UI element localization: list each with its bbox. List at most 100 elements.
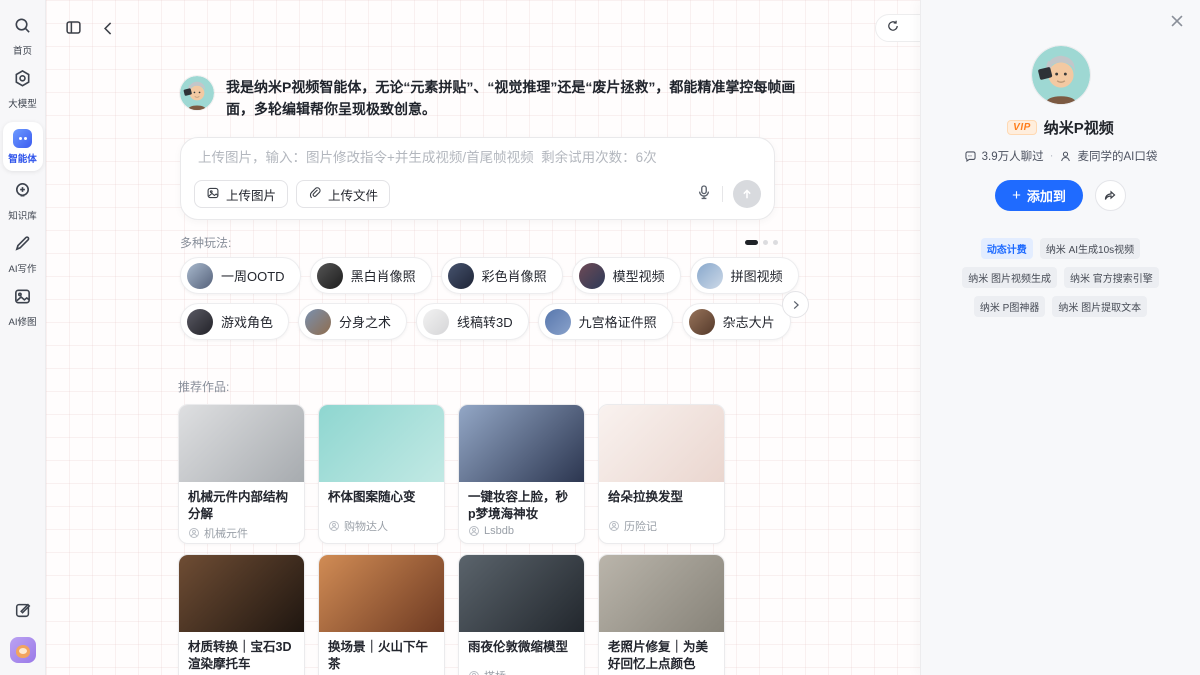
plus-icon: + [1012, 188, 1021, 203]
play-mode-thumb [579, 263, 605, 289]
work-thumbnail [179, 555, 304, 632]
play-mode-pill[interactable]: 分身之术 [298, 303, 407, 340]
play-modes-header: 多种玩法: [180, 234, 778, 251]
chat-count: 3.9万人聊过 [982, 148, 1044, 164]
agent-avatar [180, 76, 214, 110]
upload-file-label: 上传文件 [328, 185, 378, 204]
recommended-works: 推荐作品: 机械元件内部结构分解 机械元件 杯体图案随心变 购物达人 一键妆容上… [178, 378, 778, 675]
play-mode-pill[interactable]: 线稿转3D [416, 303, 529, 340]
agent-tags: 动态计费 纳米 AI生成10s视频 纳米 图片视频生成 纳米 官方搜索引擎 纳米… [938, 238, 1184, 317]
play-mode-pill[interactable]: 九宫格证件照 [538, 303, 673, 340]
intro-text: 我是纳米P视频智能体，无论“元素拼贴”、“视觉推理”还是“废片拯救”，都能精准掌… [226, 76, 804, 121]
play-mode-thumb [545, 309, 571, 335]
sidebar-item-knowledge[interactable]: 知识库 [2, 181, 44, 222]
work-card[interactable]: 换场景｜火山下午茶 Lsbdb [318, 554, 445, 675]
tag[interactable]: 纳米 AI生成10s视频 [1040, 238, 1140, 259]
play-mode-pill[interactable]: 拼图视频 [690, 257, 799, 294]
image-icon [206, 186, 220, 203]
sidebar-item-label: 首页 [13, 43, 32, 57]
play-modes-heading: 多种玩法: [180, 234, 231, 251]
work-thumbnail [599, 405, 724, 482]
work-card[interactable]: 老照片修复｜为美好回忆上点颜色 圆圆 [598, 554, 725, 675]
play-mode-thumb [448, 263, 474, 289]
play-mode-thumb [423, 309, 449, 335]
carousel-dot[interactable] [773, 240, 778, 245]
tag[interactable]: 纳米 图片提取文本 [1052, 296, 1147, 317]
back-icon[interactable] [100, 20, 117, 42]
tag[interactable]: 纳米 P图神器 [974, 296, 1045, 317]
panel-toggle-icon[interactable] [65, 19, 82, 41]
play-mode-thumb [187, 309, 213, 335]
carousel-next-button[interactable] [782, 291, 809, 318]
sidebar-item-agents[interactable]: 智能体 [3, 122, 43, 171]
new-chat-button[interactable] [875, 14, 920, 42]
play-mode-pill[interactable]: 一周OOTD [180, 257, 301, 294]
work-card[interactable]: 杯体图案随心变 购物达人 [318, 404, 445, 544]
retouch-icon [13, 287, 32, 311]
tag[interactable]: 纳米 官方搜索引擎 [1064, 267, 1159, 288]
play-mode-pill[interactable]: 黑白肖像照 [310, 257, 432, 294]
sidebar-item-label: AI修图 [9, 314, 37, 328]
agent-stats: 3.9万人聊过 · 麦同学的AI口袋 [964, 148, 1158, 164]
work-card[interactable]: 机械元件内部结构分解 机械元件 [178, 404, 305, 544]
microphone-icon[interactable] [696, 184, 712, 205]
carousel-dot-active[interactable] [745, 240, 758, 245]
work-thumbnail [319, 555, 444, 632]
work-card[interactable]: 雨夜伦敦微缩模型 搭桥 [458, 554, 585, 675]
paperclip-icon [308, 186, 322, 203]
sidebar-item-models[interactable]: 大模型 [2, 69, 44, 110]
play-mode-pill[interactable]: 游戏角色 [180, 303, 289, 340]
upload-file-button[interactable]: 上传文件 [296, 180, 390, 208]
author-icon [468, 525, 480, 537]
work-thumbnail [459, 555, 584, 632]
work-thumbnail [179, 405, 304, 482]
sidebar-item-label: 智能体 [8, 151, 37, 165]
work-card[interactable]: 给朵拉换发型 历险记 [598, 404, 725, 544]
sidebar-item-home[interactable]: 首页 [2, 16, 44, 57]
close-icon[interactable] [1168, 12, 1186, 30]
main-area: 我是纳米P视频智能体，无论“元素拼贴”、“视觉推理”还是“废片拯救”，都能精准掌… [46, 0, 920, 675]
tag[interactable]: 纳米 图片视频生成 [962, 267, 1057, 288]
tag-dynamic-billing[interactable]: 动态计费 [981, 238, 1033, 259]
model-icon [13, 69, 32, 93]
play-mode-thumb [317, 263, 343, 289]
play-mode-thumb [697, 263, 723, 289]
play-mode-pill[interactable]: 模型视频 [572, 257, 681, 294]
knowledge-icon [13, 181, 32, 205]
sidebar-item-ai-retouch[interactable]: AI修图 [2, 287, 44, 328]
prompt-input[interactable] [198, 150, 758, 165]
sidebar-item-ai-writing[interactable]: AI写作 [2, 234, 44, 275]
add-to-button[interactable]: + 添加到 [995, 180, 1083, 211]
share-icon [1103, 189, 1117, 203]
work-card[interactable]: 一键妆容上脸，秒p梦境海神妆 Lsbdb [458, 404, 585, 544]
work-thumbnail [459, 405, 584, 482]
work-card[interactable]: 材质转换｜宝石3D渲染摩托车 金光琉璃 [178, 554, 305, 675]
carousel-dot[interactable] [763, 240, 768, 245]
refresh-icon [886, 19, 900, 38]
play-mode-pill[interactable]: 彩色肖像照 [441, 257, 563, 294]
share-button[interactable] [1095, 180, 1126, 211]
carousel-dots [745, 240, 778, 245]
vip-badge: VIP [1007, 120, 1037, 135]
work-thumbnail [599, 555, 724, 632]
agent-owner[interactable]: 麦同学的AI口袋 [1077, 148, 1157, 164]
upload-image-button[interactable]: 上传图片 [194, 180, 288, 208]
author-icon [328, 520, 340, 532]
agent-avatar [1032, 46, 1090, 104]
play-modes: 一周OOTD 黑白肖像照 彩色肖像照 模型视频 拼图视频 游戏角色 分身之术 线… [180, 257, 800, 349]
author-icon [468, 670, 480, 675]
divider [722, 186, 723, 202]
person-icon [1059, 150, 1072, 163]
write-icon [13, 234, 32, 258]
play-mode-pill[interactable]: 杂志大片 [682, 303, 791, 340]
send-button[interactable] [733, 180, 761, 208]
author-icon [188, 527, 200, 539]
play-mode-thumb [689, 309, 715, 335]
agent-title: 纳米P视频 [1044, 117, 1114, 138]
user-avatar[interactable] [10, 637, 36, 663]
sidebar-item-label: 大模型 [8, 96, 37, 110]
play-mode-thumb [305, 309, 331, 335]
search-icon [13, 16, 32, 40]
chat-bubble-icon [964, 150, 977, 163]
compose-icon[interactable] [14, 601, 32, 624]
